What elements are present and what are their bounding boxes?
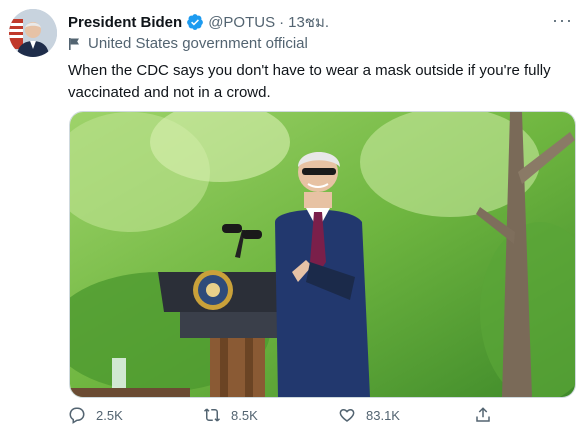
author-name[interactable]: President Biden — [68, 14, 182, 31]
reply-count: 2.5K — [96, 407, 123, 423]
tweet-timestamp[interactable]: 13ชม. — [288, 10, 329, 34]
government-label: United States government official — [68, 35, 308, 52]
like-icon[interactable] — [338, 406, 356, 424]
like-action[interactable]: 83.1K — [338, 406, 400, 424]
author-handle[interactable]: @POTUS — [208, 14, 275, 31]
retweet-action[interactable]: 8.5K — [203, 406, 258, 424]
reply-icon[interactable] — [68, 406, 86, 424]
more-icon[interactable]: ··· — [552, 10, 573, 31]
retweet-count: 8.5K — [231, 407, 258, 423]
label-text[interactable]: United States government official — [88, 35, 308, 52]
flag-icon — [69, 37, 79, 50]
tweet-actions: 2.5K 8.5K 83.1K — [68, 406, 498, 428]
tweet-header: President Biden @POTUS · 13ชม. — [68, 11, 575, 33]
separator-dot: · — [279, 13, 285, 31]
share-action[interactable] — [474, 406, 502, 424]
tweet-text: When the CDC says you don't have to wear… — [68, 62, 551, 101]
avatar[interactable] — [9, 9, 57, 57]
reply-action[interactable]: 2.5K — [68, 406, 123, 424]
like-count: 83.1K — [366, 407, 400, 423]
share-icon[interactable] — [474, 406, 492, 424]
verified-badge-icon — [187, 14, 204, 30]
tweet-photo[interactable] — [69, 111, 576, 398]
retweet-icon[interactable] — [203, 406, 221, 424]
